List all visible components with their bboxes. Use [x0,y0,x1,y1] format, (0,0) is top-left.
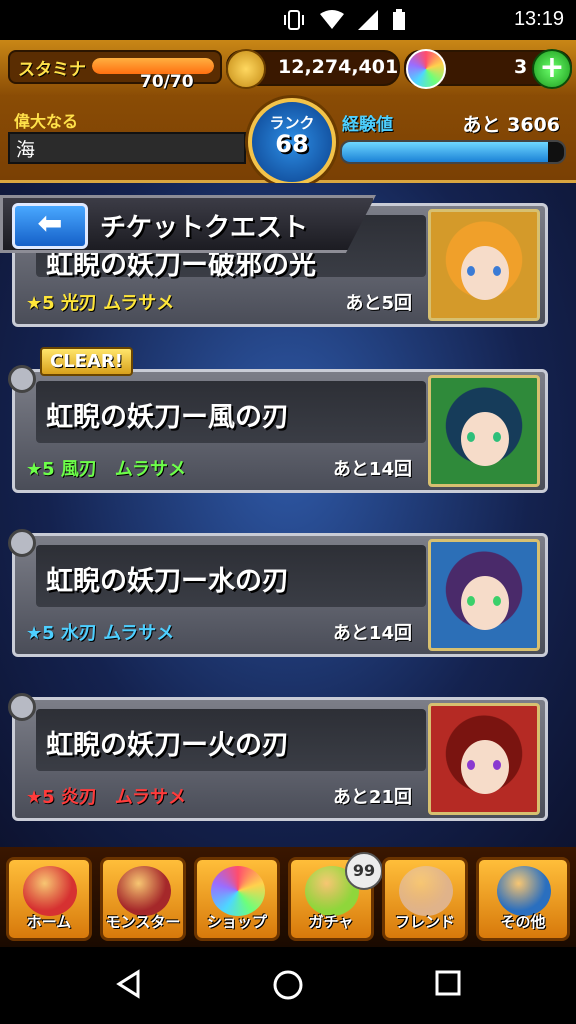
nav-gacha-button[interactable]: ガチャ 99 [288,852,383,941]
portrait-eye [493,266,501,276]
status-icons [282,9,406,31]
stamina-meter: スタミナ 70/70 [8,50,222,92]
coin-value: 12,274,401 [278,56,399,78]
clear-badge: CLEAR! [40,347,133,376]
wifi-icon [320,10,344,29]
orb-counter: 3 + [404,49,572,89]
pin-icon [8,693,36,721]
monster-portrait-icon [428,375,540,487]
pin-icon [8,365,36,393]
nav-monster-label: モンスター [105,913,181,931]
handshake-icon [399,866,453,916]
monster-icon [117,866,171,916]
portrait-eye [493,760,501,770]
signal-icon [358,10,378,30]
nav-other-label: その他 [500,913,546,931]
exp-label: 経験値 [342,115,393,135]
quest-name: 虹睨の妖刀ー風の刃 [46,402,289,433]
portrait-eye [467,596,475,606]
top-hud: スタミナ 70/70 12,274,401 3 + 偉大なる 海 ランク 68 … [0,40,576,186]
nav-friend-button[interactable]: フレンド [382,857,468,941]
quest-name: 虹睨の妖刀ー火の刃 [46,730,289,761]
quest-list-area: ⬅ チケットクエスト 虹睨の妖刀ー破邪の光 ★5 光刃 ムラサメ あと5回 CL… [0,183,576,847]
clock: 13:19 [513,8,564,30]
pin-icon [8,529,36,557]
radar-icon [497,866,551,916]
exp-meter: 経験値 あと 3606 [336,106,568,166]
battery-icon [393,9,405,30]
portrait-eye [467,266,475,276]
home-circle-icon[interactable] [272,969,304,1001]
back-arrow-icon: ⬅ [37,206,63,241]
coin-counter: 12,274,401 [226,49,400,89]
nav-monster-button[interactable]: モンスター [100,857,186,941]
status-bar: 13:19 [0,0,576,40]
portrait-eye [467,432,475,442]
nav-friend-label: フレンド [394,913,455,931]
vibrate-icon [284,10,304,30]
player-title: 偉大なる 海 [8,102,246,166]
portrait-eye [467,760,475,770]
quest-item[interactable]: 虹睨の妖刀ー火の刃 ★5 炎刃 ムラサメ あと21回 [8,693,548,821]
nav-home-label: ホーム [26,913,72,931]
orb-value: 3 [514,56,528,78]
portrait-eye [493,432,501,442]
monster-portrait-icon [428,539,540,651]
recents-square-icon[interactable] [434,969,462,997]
portrait-eye [493,596,501,606]
nav-gacha-label: ガチャ [308,913,354,931]
back-triangle-icon[interactable] [114,969,144,999]
nav-shop-button[interactable]: ショップ [194,857,280,941]
stamina-value: 70/70 [140,72,194,92]
rank-badge: ランク 68 [248,98,336,186]
exp-remaining: あと 3606 [462,114,561,136]
quest-remaining: あと21回 [332,787,412,808]
system-nav-bar [0,947,576,1024]
bottom-nav: ホーム モンスター ショップ ガチャ 99 フレンド その他 [0,847,576,947]
nav-other-button[interactable]: その他 [476,857,570,941]
nav-shop-label: ショップ [206,913,267,931]
quest-tag: ★5 風刃 ムラサメ [26,459,187,480]
screen-header: ⬅ チケットクエスト [0,191,380,255]
quest-remaining: あと5回 [345,293,412,314]
quest-tag: ★5 水刃 ムラサメ [26,623,175,644]
orb-icon [406,49,446,89]
monster-portrait-icon [428,703,540,815]
quest-remaining: あと14回 [332,459,412,480]
title-line2: 海 [8,132,246,164]
nav-home-button[interactable]: ホーム [6,857,92,941]
quest-tag: ★5 光刃 ムラサメ [26,293,175,314]
stamina-label: スタミナ [18,60,86,80]
coin-icon [226,49,266,89]
monster-portrait-icon [428,209,540,321]
home-monster-icon [23,866,77,916]
gacha-count-badge: 99 [345,852,383,890]
rank-value: 68 [275,130,309,158]
quest-remaining: あと14回 [332,623,412,644]
exp-bar-fill [342,142,549,162]
screen-title: チケットクエスト [100,213,309,243]
quest-item[interactable]: CLEAR! 虹睨の妖刀ー風の刃 ★5 風刃 ムラサメ あと14回 [8,347,548,493]
buy-orbs-button[interactable]: + [532,49,572,89]
quest-item[interactable]: 虹睨の妖刀ー水の刃 ★5 水刃 ムラサメ あと14回 [8,529,548,657]
quest-tag: ★5 炎刃 ムラサメ [26,787,187,808]
back-button[interactable]: ⬅ [12,203,88,249]
exp-bar [340,140,566,164]
quest-name: 虹睨の妖刀ー水の刃 [46,566,289,597]
title-line1: 偉大なる [14,112,79,131]
orb-shop-icon [211,866,265,916]
